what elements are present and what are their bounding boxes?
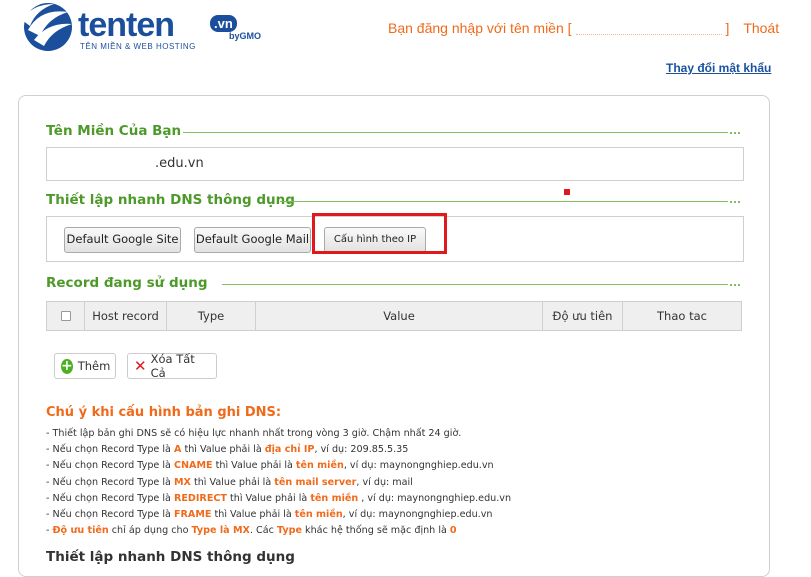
note-text: thì Value phải là [190,476,275,488]
logo-tagline: TÊN MIỀN & WEB HOSTING [80,42,196,51]
section-divider-end [730,284,740,286]
note-text: , ví dụ: maynongnghiep.edu.vn [342,508,493,520]
note-highlight: tên miền [295,460,344,472]
default-google-site-button[interactable]: Default Google Site [64,227,181,253]
note-line: - Nếu chọn Record Type là A thì Value ph… [46,442,511,458]
default-google-mail-button[interactable]: Default Google Mail [194,227,311,253]
login-suffix: ] [725,20,730,36]
note-highlight: FRAME [173,508,212,520]
tenten-logo[interactable]: tenten .vn byGMO TÊN MIỀN & WEB HOSTING [18,0,268,60]
section-divider [222,284,728,285]
note-highlight: Type [276,525,302,537]
section-divider [183,132,728,133]
col-priority: Độ ưu tiên [543,302,623,330]
note-text: thì Value phải là [226,492,311,504]
note-text: - Nếu chọn Record Type là [46,460,174,472]
logo-vn-badge: .vn [210,15,237,32]
change-password-link[interactable]: Thay đổi mật khẩu [666,61,771,75]
note-highlight: tên mail server [274,476,357,488]
note-highlight: tên miền [310,492,359,504]
note-highlight: tên miền [294,508,343,520]
records-table-header: Host record Type Value Độ ưu tiên Thao t… [46,301,742,331]
note-text: - Nếu chọn Record Type là [46,492,174,504]
records-title: Record đang sử dụng [46,275,208,291]
note-text: . Các [249,525,277,537]
col-action: Thao tac [657,309,707,323]
note-highlight: CNAME [173,460,213,472]
delete-all-button[interactable]: ✕ Xóa Tất Cả [127,352,217,380]
note-highlight: REDIRECT [173,492,227,504]
section-divider-end [730,201,740,203]
redacted-domain [575,24,722,35]
select-all-cell[interactable] [47,302,85,330]
add-label: Thêm [77,359,111,373]
note-line: - Nếu chọn Record Type là MX thì Value p… [46,475,511,491]
notes-list: - Thiết lập bản ghi DNS sẽ có hiệu lực n… [46,426,511,539]
note-text: , ví dụ: maynongnghiep.edu.vn [358,492,512,504]
note-text: , ví dụ: maynongnghiep.edu.vn [343,460,494,472]
section-divider [280,201,728,202]
login-status: Bạn đăng nhập với tên miền [] Thoát [388,20,779,36]
note-line: - Nếu chọn Record Type là REDIRECT thì V… [46,491,511,507]
highlight-box [312,213,447,254]
select-all-checkbox[interactable] [60,311,71,321]
note-highlight: MX [173,476,191,488]
note-highlight: Type là MX [191,525,250,537]
note-text: thì Value phải là [181,444,265,456]
note-line: - Nếu chọn Record Type là FRAME thì Valu… [46,507,511,523]
note-line: - Độ ưu tiên chỉ áp dụng cho Type là MX.… [46,523,511,539]
section-divider-end [730,132,740,134]
domain-value: .edu.vn [155,156,204,171]
note-text: - Nếu chọn Record Type là [46,508,174,520]
note-highlight: Độ ưu tiên [52,525,109,537]
note-text: khác hệ thống sẽ mặc định là [302,525,450,537]
note-text: - Nếu chọn Record Type là [46,444,174,456]
notes-title: Chú ý khi cấu hình bản ghi DNS: [46,405,282,420]
note-highlight: địa chỉ IP [264,444,315,456]
logo-swoosh-icon [22,3,72,51]
col-value: Value [256,302,543,330]
plus-icon: + [61,357,73,374]
red-marker [564,189,570,195]
logo-wordmark: tenten [78,6,175,44]
col-type: Type [167,302,256,330]
logo-gmo: byGMO [229,31,262,41]
delete-x-icon: ✕ [134,356,147,375]
note-text: , ví dụ: 209.85.5.35 [314,444,409,456]
col-host-record: Host record [85,302,167,330]
note-line: - Nếu chọn Record Type là CNAME thì Valu… [46,458,511,474]
note-highlight: 0 [449,525,457,537]
delete-all-label: Xóa Tất Cả [150,352,195,380]
note-text: chỉ áp dụng cho [108,525,192,537]
domain-display-box: .edu.vn [46,147,744,181]
note-text: - Nếu chọn Record Type là [46,476,174,488]
note-text: , ví dụ: mail [356,476,413,488]
quick-dns-title: Thiết lập nhanh DNS thông dụng [46,192,295,208]
next-section-title: Thiết lập nhanh DNS thông dụng [46,549,295,565]
note-text: thì Value phải là [211,508,295,520]
logout-link[interactable]: Thoát [743,20,779,36]
login-prefix: Bạn đăng nhập với tên miền [ [388,20,572,36]
add-record-button[interactable]: + Thêm [54,353,116,379]
domain-section-title: Tên Miền Của Bạn [46,123,182,139]
note-line: - Thiết lập bản ghi DNS sẽ có hiệu lực n… [46,426,511,442]
note-text: - Thiết lập bản ghi DNS sẽ có hiệu lực n… [46,428,462,439]
note-text: thì Value phải là [212,460,296,472]
